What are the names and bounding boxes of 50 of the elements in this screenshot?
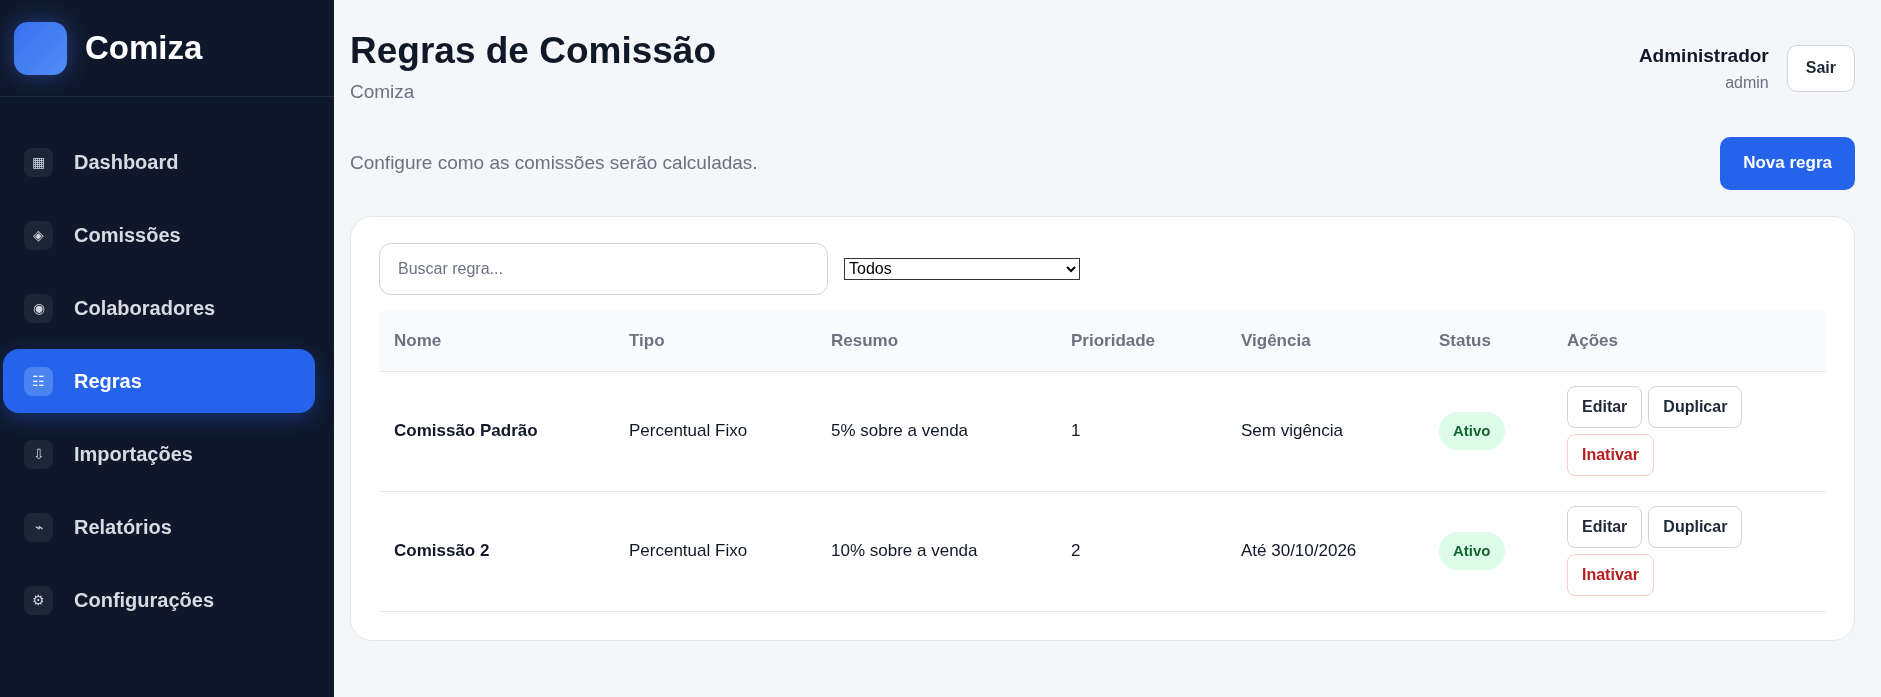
- sidebar-item[interactable]: ⚙ Configurações: [3, 568, 315, 632]
- table-cell: Percentual Fixo: [629, 421, 748, 441]
- table-cell: 1: [1071, 421, 1081, 441]
- table-cell: 2: [1071, 541, 1081, 561]
- table-cell: Sem vigência: [1241, 421, 1344, 441]
- nav-icon: ⌁: [24, 512, 53, 542]
- action-button[interactable]: Inativar: [1567, 554, 1654, 596]
- page-title: Regras de Comissão: [350, 29, 717, 73]
- status-select[interactable]: Todos: [844, 257, 1080, 280]
- column-header: Ações: [1567, 330, 1619, 350]
- column-header: Nome: [394, 330, 442, 350]
- sidebar-item[interactable]: ▦ Dashboard: [3, 130, 315, 194]
- table-cell: Até 30/10/2026: [1241, 541, 1357, 561]
- logout-button[interactable]: Sair: [1786, 44, 1855, 92]
- column-header: Resumo: [831, 330, 899, 350]
- action-button[interactable]: Editar: [1567, 506, 1643, 548]
- action-button[interactable]: Duplicar: [1648, 386, 1743, 428]
- column-header: Prioridade: [1071, 330, 1156, 350]
- nav-icon: ☷: [24, 366, 53, 396]
- brand-name: Comiza: [85, 28, 203, 69]
- column-header: Status: [1439, 330, 1491, 350]
- nav-icon: ▦: [24, 147, 53, 177]
- status-badge: Ativo: [1439, 531, 1505, 571]
- logo-icon: [14, 21, 67, 75]
- sidebar-item[interactable]: ⇩ Importações: [3, 422, 315, 486]
- action-button[interactable]: Duplicar: [1648, 506, 1743, 548]
- nav-icon: ⚙: [24, 585, 53, 615]
- table-cell: Comissão Padrão: [394, 421, 538, 441]
- intro-text: Configure como as comissões serão calculadas.: [350, 150, 758, 175]
- column-header: Vigência: [1241, 330, 1311, 350]
- page-subtitle: Comiza: [350, 80, 416, 104]
- sidebar-item[interactable]: ⌁ Relatórios: [3, 495, 315, 559]
- user-role: admin: [1725, 72, 1769, 93]
- status-badge: Ativo: [1439, 411, 1505, 451]
- table-cell: 10% sobre a venda: [831, 541, 978, 561]
- table-cell: Comissão 2: [394, 541, 490, 561]
- nav-icon: ◉: [24, 293, 53, 323]
- action-button[interactable]: Editar: [1567, 386, 1643, 428]
- sidebar-item[interactable]: ◉ Colaboradores: [3, 276, 315, 340]
- new-rule-button[interactable]: Nova regra: [1720, 136, 1855, 190]
- user-name: Administrador: [1638, 44, 1769, 68]
- search-field[interactable]: Buscar regra...: [379, 242, 828, 295]
- column-header: Tipo: [629, 330, 665, 350]
- table-cell: 5% sobre a venda: [831, 421, 969, 441]
- action-button[interactable]: Inativar: [1567, 434, 1654, 476]
- table-cell: Percentual Fixo: [629, 541, 748, 561]
- nav-icon: ◈: [24, 220, 53, 250]
- sidebar-item[interactable]: ☷ Regras: [3, 349, 315, 413]
- sidebar-item[interactable]: ◈ Comissões: [3, 203, 315, 267]
- nav-icon: ⇩: [24, 439, 53, 469]
